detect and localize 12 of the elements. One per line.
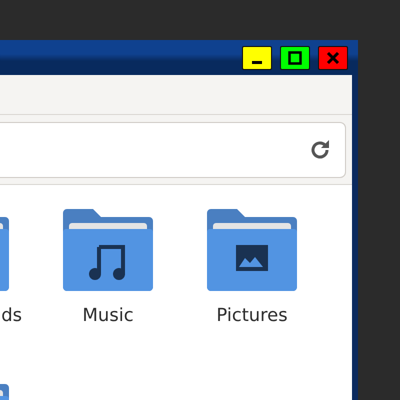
maximize-icon xyxy=(288,51,302,65)
close-button[interactable] xyxy=(318,46,348,70)
file-label: ds xyxy=(1,305,23,326)
minimize-icon xyxy=(252,60,262,64)
maximize-button[interactable] xyxy=(280,46,310,70)
close-icon xyxy=(326,51,340,65)
address-field[interactable] xyxy=(0,122,346,178)
pictures-folder-icon[interactable] xyxy=(207,209,297,291)
music-folder-icon[interactable] xyxy=(63,209,153,291)
file-label: Music xyxy=(82,305,134,326)
minimize-button[interactable] xyxy=(242,46,272,70)
file-label: Pictures xyxy=(216,305,288,326)
